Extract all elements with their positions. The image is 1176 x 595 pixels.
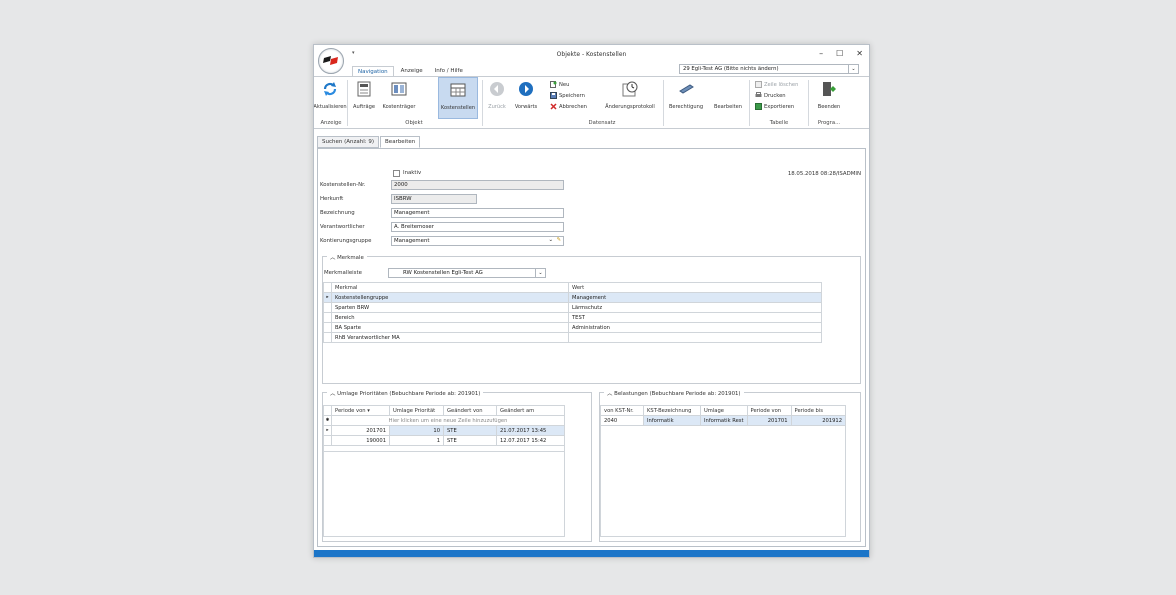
kostentraeger-button[interactable]: Kostenträger	[380, 77, 418, 119]
berechtigung-button[interactable]: Berechtigung	[666, 77, 706, 119]
aenderungsprotokoll-button[interactable]: Änderungsprotokoll	[601, 77, 659, 119]
table-row[interactable]: ▸ Kostenstellengruppe Management	[323, 292, 822, 303]
save-icon	[550, 92, 557, 99]
group-label-datensatz: Datensatz	[588, 120, 616, 126]
main-window: ▾ Objekte - Kostenstellen – ☐ ✕ 29 Egli-…	[313, 44, 870, 558]
title-bar: ▾ Objekte - Kostenstellen – ☐ ✕	[314, 45, 869, 74]
merkmalleiste-select[interactable]: RW Kostenstellen Egli-Test AG ⌄	[388, 268, 546, 278]
zurueck-button[interactable]: Zurück	[485, 77, 509, 119]
merkmalleiste-label: Merkmalleiste	[324, 270, 362, 276]
kontierungsgruppe-select[interactable]: Management ⌄ ✎	[391, 236, 564, 246]
delete-row-icon	[755, 81, 762, 88]
company-select-value: 29 Egli-Test AG (Bitte nichts ändern)	[683, 66, 779, 72]
status-bar	[314, 550, 869, 557]
vorwaerts-button[interactable]: Vorwärts	[512, 77, 540, 119]
merkmale-title: Merkmale	[337, 255, 364, 261]
chevron-down-icon[interactable]: ⌄	[535, 269, 545, 277]
group-label-anzeige: Anzeige	[320, 120, 342, 126]
chevron-down-icon[interactable]: ⌄	[548, 237, 553, 243]
column-header-merkmal[interactable]: Merkmal	[331, 282, 569, 293]
herkunft-label: Herkunft	[320, 196, 344, 202]
beenden-button[interactable]: Beenden	[812, 77, 846, 119]
speichern-button[interactable]: Speichern	[550, 92, 585, 99]
tab-suchen[interactable]: Suchen (Anzahl: 9)	[317, 136, 380, 148]
minimize-button[interactable]: –	[819, 49, 823, 58]
cost-center-icon	[449, 81, 467, 99]
row-pointer-icon: ▸	[323, 292, 332, 303]
tab-anzeige[interactable]: Anzeige	[396, 66, 428, 76]
timestamp-label: 18.05.2018 08:28/ISADMIN	[787, 171, 861, 177]
bearbeiten-button[interactable]: Bearbeiten	[710, 77, 746, 119]
group-label-programm: Progra...	[817, 120, 841, 126]
print-icon	[755, 92, 762, 99]
aktualisieren-button[interactable]: Aktualisieren	[314, 77, 347, 119]
kostenstellen-nr-label: Kostenstellen-Nr.	[320, 182, 366, 188]
bezeichnung-label: Bezeichnung	[320, 210, 355, 216]
umlage-group: ︿ Umlage Prioritäten (Bebuchbare Periode…	[322, 389, 592, 542]
export-icon	[755, 103, 762, 110]
back-arrow-icon	[488, 80, 506, 98]
table-row[interactable]: RhB Verantwortlicher MA	[323, 332, 822, 343]
zeile-loeschen-button[interactable]: Zeile löschen	[755, 81, 798, 88]
table-row[interactable]: BA Sparte Administration	[323, 322, 822, 333]
close-button[interactable]: ✕	[856, 49, 863, 58]
collapse-icon[interactable]: ︿	[607, 391, 612, 397]
table-row[interactable]: Bereich TEST	[323, 312, 822, 323]
kontierungsgruppe-label: Kontierungsgruppe	[320, 238, 372, 244]
tab-bearbeiten[interactable]: Bearbeiten	[380, 136, 421, 148]
cost-object-icon	[390, 80, 408, 98]
kostenstellen-button[interactable]: Kostenstellen	[438, 77, 478, 119]
kostenstellen-nr-field[interactable]: 2000	[391, 180, 564, 190]
drucken-button[interactable]: Drucken	[755, 92, 786, 99]
belastungen-title: Belastungen (Bebuchbare Periode ab: 2019…	[614, 391, 741, 397]
cancel-icon	[550, 103, 557, 110]
clock-icon	[621, 80, 639, 98]
key-icon	[677, 80, 695, 98]
exit-door-icon	[820, 80, 838, 98]
group-label-objekt: Objekt	[405, 120, 423, 126]
umlage-title: Umlage Prioritäten (Bebuchbare Periode a…	[337, 391, 481, 397]
ribbon: Aktualisieren Anzeige Aufträge Kostenträ…	[314, 76, 869, 129]
inaktiv-label: Inaktiv	[403, 170, 422, 176]
collapse-icon[interactable]: ︿	[330, 255, 335, 261]
abbrechen-button[interactable]: Abbrechen	[550, 103, 587, 110]
auftraege-button[interactable]: Aufträge	[351, 77, 377, 119]
bezeichnung-field[interactable]: Management	[391, 208, 564, 218]
tab-navigation[interactable]: Navigation	[352, 66, 394, 76]
company-select[interactable]: 29 Egli-Test AG (Bitte nichts ändern) ⌄	[679, 64, 859, 74]
verantwortlicher-label: Verantwortlicher	[320, 224, 365, 230]
collapse-icon[interactable]: ︿	[330, 391, 335, 397]
column-header-wert[interactable]: Wert	[568, 282, 822, 293]
merkmale-group: ︿ Merkmale Merkmalleiste RW Kostenstelle…	[322, 253, 861, 384]
refresh-icon	[321, 80, 339, 98]
table-row[interactable]: Sparten BRW Lärmschutz	[323, 302, 822, 313]
window-title: Objekte - Kostenstellen	[556, 51, 627, 58]
kontierungsgruppe-value: Management	[394, 238, 430, 244]
neu-button[interactable]: Neu	[550, 81, 569, 88]
orders-icon	[355, 80, 373, 98]
belastungen-group: ︿ Belastungen (Bebuchbare Periode ab: 20…	[599, 389, 861, 542]
tab-info-hilfe[interactable]: Info / Hilfe	[430, 66, 468, 76]
inaktiv-checkbox[interactable]	[393, 170, 400, 177]
edit-panel: Inaktiv 18.05.2018 08:28/ISADMIN Kostens…	[317, 148, 866, 547]
group-label-tabelle: Tabelle	[769, 120, 789, 126]
maximize-button[interactable]: ☐	[836, 49, 843, 58]
verantwortlicher-field[interactable]: A. Breitemoser	[391, 222, 564, 232]
forward-arrow-icon	[517, 80, 535, 98]
merkmalleiste-value: RW Kostenstellen Egli-Test AG	[403, 270, 483, 276]
edit-pencil-icon[interactable]: ✎	[556, 237, 561, 243]
merkmale-table: Merkmal Wert ▸ Kostenstellengruppe Manag…	[323, 282, 822, 343]
new-document-icon	[550, 81, 557, 88]
chevron-down-icon[interactable]: ⌄	[848, 65, 858, 73]
exportieren-button[interactable]: Exportieren	[755, 103, 794, 110]
herkunft-field[interactable]: ISBRW	[391, 194, 477, 204]
